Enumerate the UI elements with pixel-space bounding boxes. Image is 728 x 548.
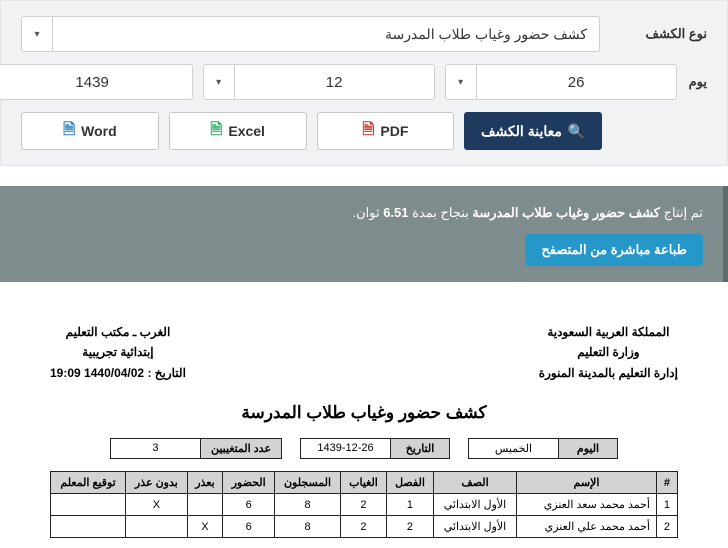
report-type-select[interactable]: ▾ bbox=[21, 16, 600, 52]
word-icon: 🗎 bbox=[63, 119, 75, 144]
month-input[interactable] bbox=[235, 64, 435, 100]
row-report-type: نوع الكشف ▾ bbox=[21, 16, 707, 52]
report-header: المملكة العربية السعودية وزارة التعليم إ… bbox=[50, 322, 678, 383]
print-button[interactable]: طباعة مباشرة من المتصفح bbox=[525, 234, 703, 266]
label-report-type: نوع الكشف bbox=[612, 26, 707, 42]
day-select[interactable]: ▾ bbox=[445, 64, 677, 100]
meta-date: التاريخ 1439-12-26 bbox=[300, 438, 450, 459]
meta-day: اليوم الخميس bbox=[468, 438, 618, 459]
header-right: المملكة العربية السعودية وزارة التعليم إ… bbox=[539, 322, 678, 383]
form-panel: نوع الكشف ▾ يوم ▾ ▾ ▾ bbox=[0, 0, 728, 166]
button-row: 🔍 معاينة الكشف PDF 🗎 Excel 🗎 Word 🗎 bbox=[21, 112, 707, 150]
excel-button-label: Excel bbox=[228, 123, 265, 139]
pdf-icon: 🗎 bbox=[362, 119, 374, 144]
table-header-row: # الإسم الصف الفصل الغياب المسجلون الحضو… bbox=[51, 472, 678, 494]
alert-text: تم إنتاج كشف حضور وغياب طلاب المدرسة بنج… bbox=[20, 202, 703, 224]
success-alert: تم إنتاج كشف حضور وغياب طلاب المدرسة بنج… bbox=[0, 186, 728, 282]
year-input[interactable] bbox=[0, 64, 193, 100]
table-row: 1أحمد محمد سعد العنزيالأول الابتدائي1286… bbox=[51, 494, 678, 516]
report-type-input[interactable] bbox=[53, 16, 600, 52]
row-date: يوم ▾ ▾ ▾ bbox=[21, 64, 707, 100]
attendance-table: # الإسم الصف الفصل الغياب المسجلون الحضو… bbox=[50, 471, 678, 538]
day-input[interactable] bbox=[477, 64, 677, 100]
chevron-down-icon[interactable]: ▾ bbox=[21, 16, 53, 52]
meta-absent-count: عدد المتغيبين 3 bbox=[110, 438, 282, 459]
excel-button[interactable]: Excel 🗎 bbox=[169, 112, 307, 150]
chevron-down-icon[interactable]: ▾ bbox=[203, 64, 235, 100]
report-preview: المملكة العربية السعودية وزارة التعليم إ… bbox=[20, 312, 708, 548]
preview-button-label: معاينة الكشف bbox=[481, 123, 562, 140]
label-day: يوم bbox=[689, 74, 707, 90]
word-button-label: Word bbox=[81, 123, 117, 139]
header-left: الغرب ـ مكتب التعليم إبتدائية تجريبية ال… bbox=[50, 322, 186, 383]
word-button[interactable]: Word 🗎 bbox=[21, 112, 159, 150]
excel-icon: 🗎 bbox=[210, 119, 222, 144]
report-title: كشف حضور وغياب طلاب المدرسة bbox=[50, 403, 678, 423]
year-select[interactable]: ▾ bbox=[0, 64, 193, 100]
table-row: 2أحمد محمد علي العنزيالأول الابتدائي2286… bbox=[51, 516, 678, 538]
search-icon: 🔍 bbox=[568, 123, 585, 140]
pdf-button[interactable]: PDF 🗎 bbox=[317, 112, 455, 150]
month-select[interactable]: ▾ bbox=[203, 64, 435, 100]
preview-button[interactable]: 🔍 معاينة الكشف bbox=[464, 112, 602, 150]
pdf-button-label: PDF bbox=[380, 123, 408, 139]
meta-row: اليوم الخميس التاريخ 1439-12-26 عدد المت… bbox=[50, 438, 678, 459]
chevron-down-icon[interactable]: ▾ bbox=[445, 64, 477, 100]
